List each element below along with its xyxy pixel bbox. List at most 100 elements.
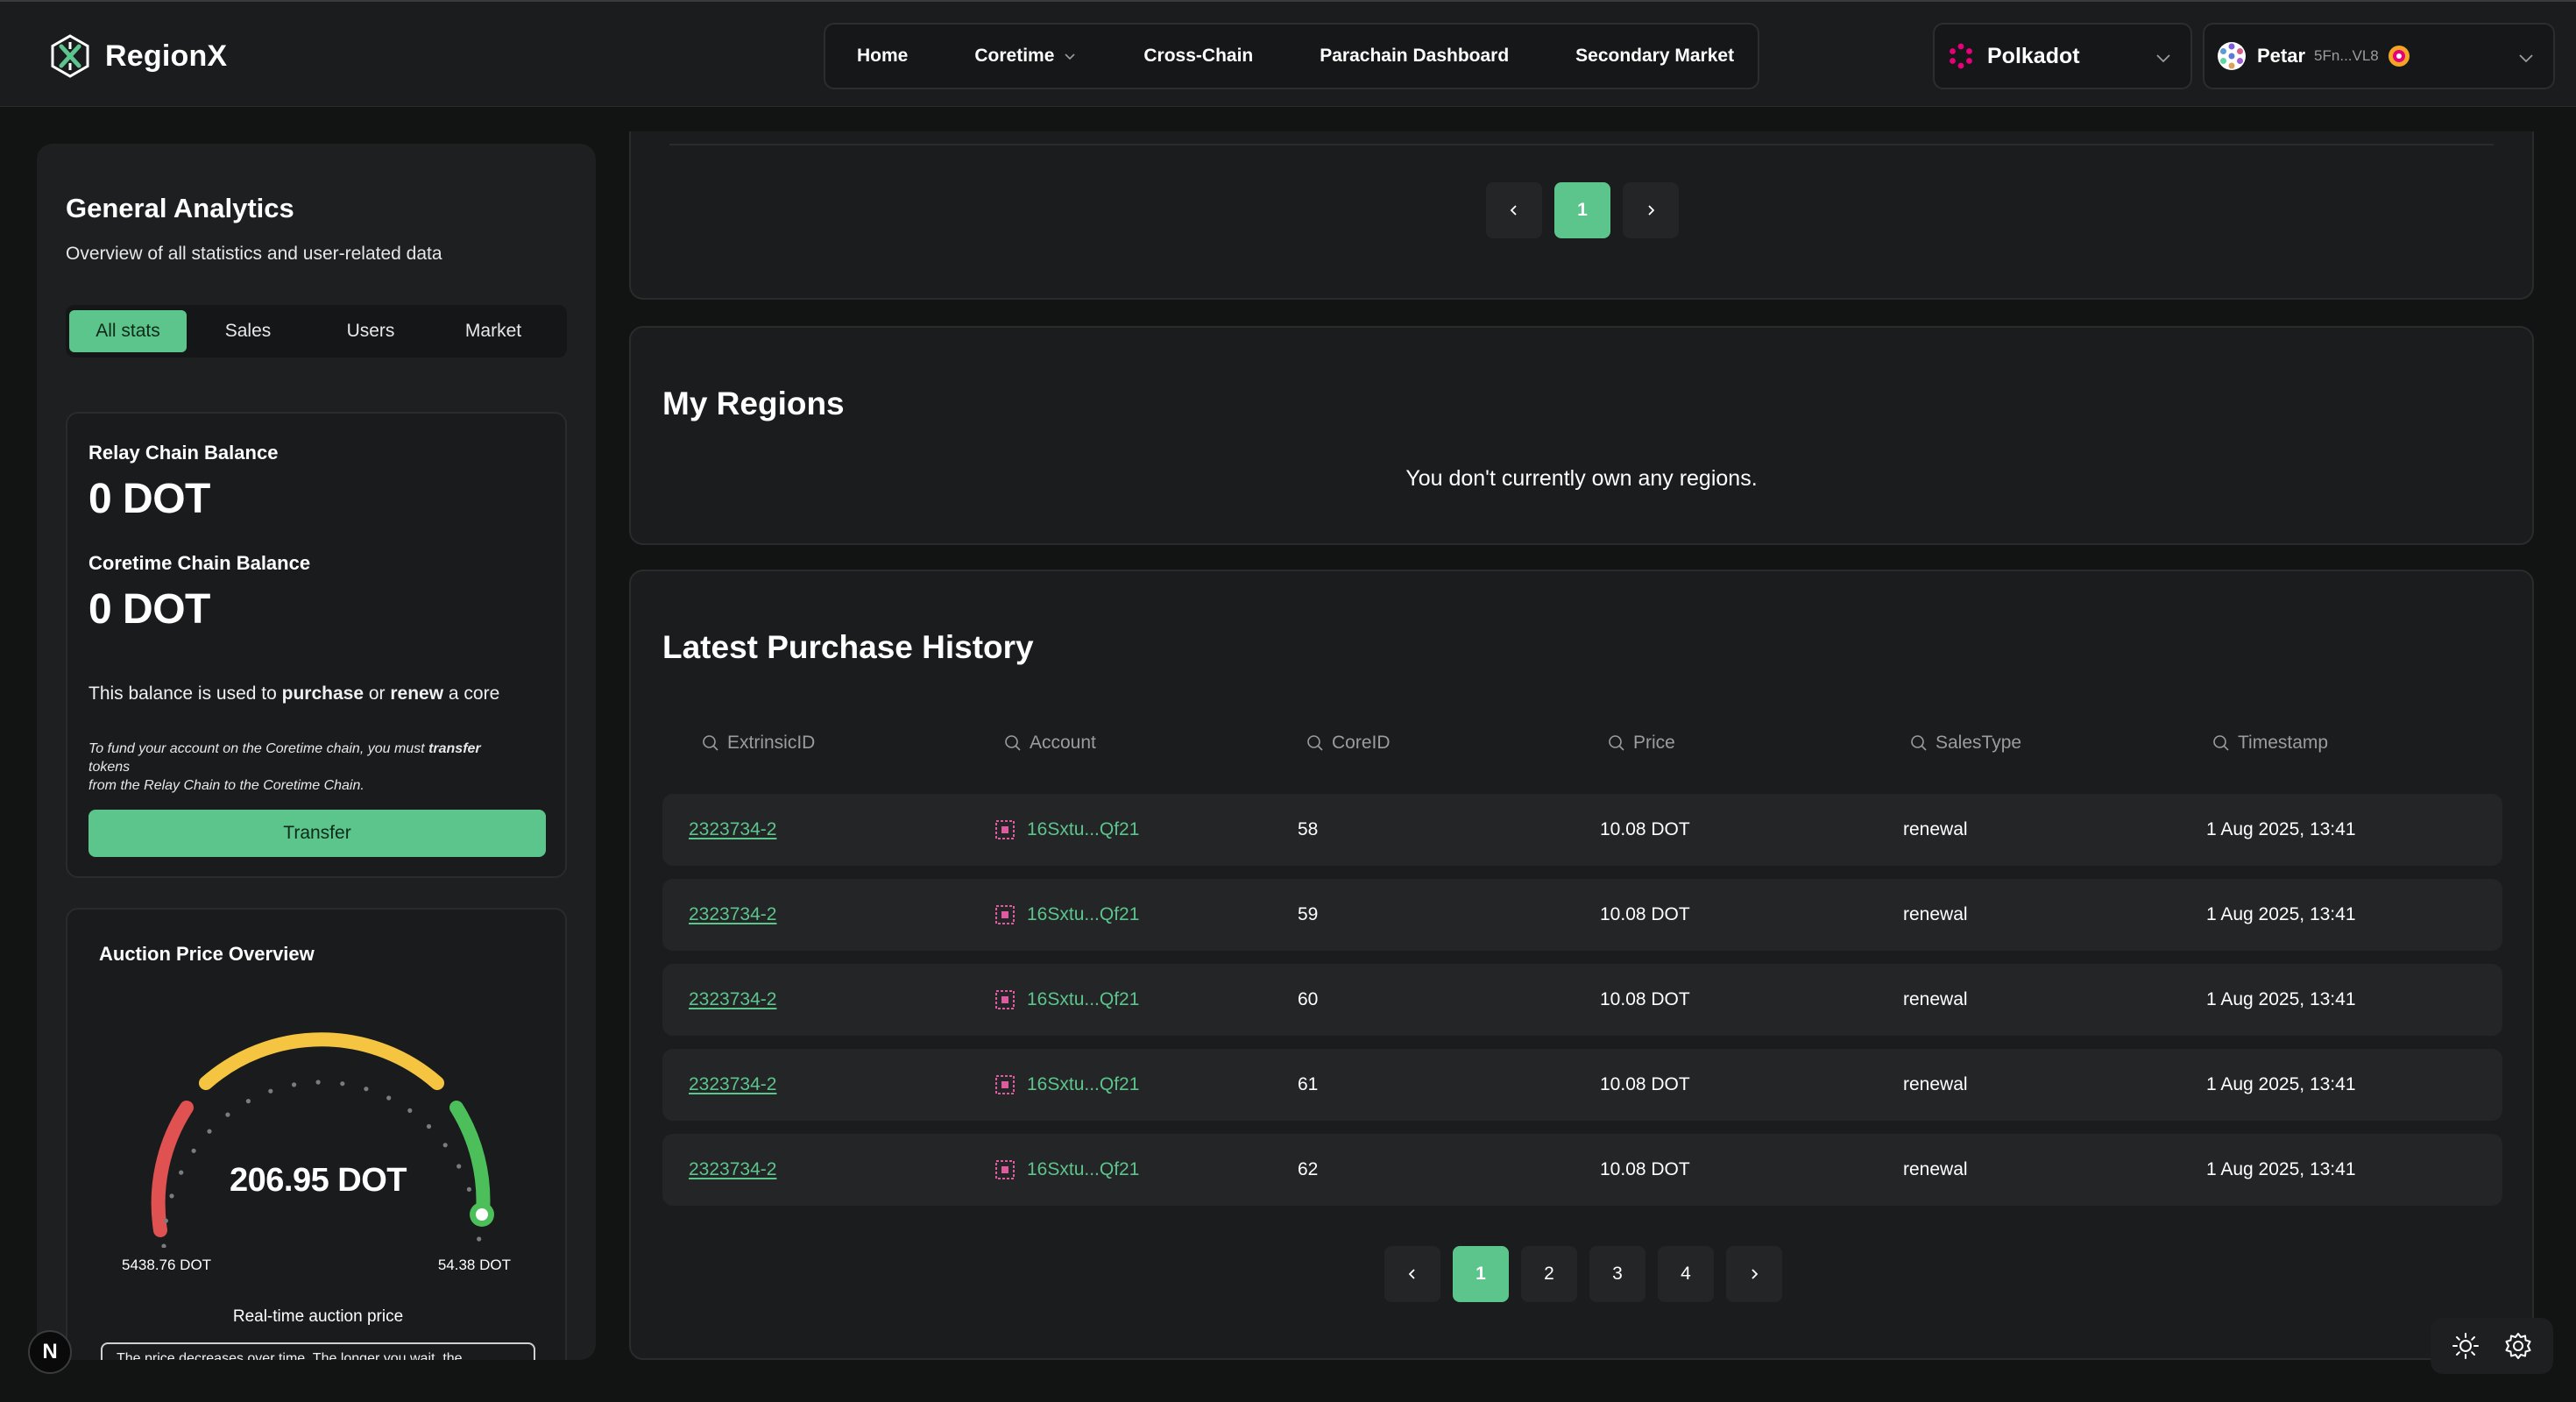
account-select[interactable]: Petar 5Fn...VL8 [2203,23,2555,89]
nav-home[interactable]: Home [857,46,908,67]
extrinsic-link[interactable]: 2323734-2 [689,1049,776,1121]
nav-coretime-label: Coretime [974,46,1055,66]
col-account[interactable]: Account [1003,733,1096,754]
my-regions-panel: My Regions You don't currently own any r… [629,326,2534,545]
col-price[interactable]: Price [1607,733,1675,754]
nav-coretime[interactable]: Coretime [974,46,1077,67]
extrinsic-link[interactable]: 2323734-2 [689,1134,776,1206]
search-icon [1911,735,1927,751]
nav-home-label: Home [857,46,909,66]
chevron-down-icon [2519,54,2533,63]
col-sales-type-label: SalesType [1936,733,2022,753]
sales-type: renewal [1903,904,1968,924]
chevron-down-icon [2156,54,2170,63]
account-address: 16Sxtu...Qf21 [1027,904,1140,924]
auction-description: The price decreases over time. The longe… [101,1342,535,1360]
balance-note-suffix: a core [443,683,500,704]
col-sales-type[interactable]: SalesType [1909,733,2021,754]
price: 10.08 DOT [1600,1159,1690,1179]
tab-market[interactable]: Market [432,310,555,352]
table-row: 2323734-2 16Sxtu...Qf21 58 10.08 DOT ren… [662,794,2502,866]
timestamp: 1 Aug 2025, 13:41 [2206,989,2356,1009]
prev-page-button[interactable] [1384,1246,1440,1302]
page-button-1[interactable]: 1 [1453,1246,1509,1302]
gear-icon[interactable] [2503,1331,2533,1361]
extrinsic-link[interactable]: 2323734-2 [689,879,776,951]
search-icon [1609,735,1624,751]
table-row: 2323734-2 16Sxtu...Qf21 59 10.08 DOT ren… [662,879,2502,951]
table-row: 2323734-2 16Sxtu...Qf21 62 10.08 DOT ren… [662,1134,2502,1206]
account-cell[interactable]: 16Sxtu...Qf21 [995,794,1139,866]
balance-note-prefix: This balance is used to [88,683,282,704]
nav-cross-chain-label: Cross-Chain [1143,46,1254,66]
account-identicon [995,1075,1015,1094]
dev-tools-badge[interactable]: N [28,1330,72,1374]
gauge-tick-dot [364,1087,369,1092]
col-core-id-label: CoreID [1332,733,1391,753]
funding-text-line2: tokens [88,760,131,775]
nav-cross-chain[interactable]: Cross-Chain [1143,46,1253,67]
regionx-logo-icon [51,34,89,78]
gauge-tick-dot [163,1218,168,1223]
gauge-tick-dot [245,1099,251,1104]
col-timestamp-label: Timestamp [2238,733,2329,753]
col-core-id[interactable]: CoreID [1306,733,1391,754]
account-identicon [995,820,1015,839]
relay-balance-label: Relay Chain Balance [88,442,279,464]
tab-all-stats[interactable]: All stats [69,310,187,352]
main-nav: Home Coretime Cross-Chain Parachain Dash… [824,23,1759,89]
account-address: 16Sxtu...Qf21 [1027,819,1140,839]
account-cell[interactable]: 16Sxtu...Qf21 [995,964,1139,1036]
page-button-3[interactable]: 3 [1589,1246,1645,1302]
search-icon [1307,735,1323,751]
account-address: 16Sxtu...Qf21 [1027,1074,1140,1094]
gauge-tick-dot [161,1243,166,1248]
account-name: Petar [2257,45,2306,67]
core-id: 61 [1298,1074,1319,1094]
stats-tabs: All stats Sales Users Market [66,305,567,358]
prev-page-button[interactable] [1486,182,1542,238]
balance-card: Relay Chain Balance 0 DOT Coretime Chain… [66,412,567,878]
gauge-tick-dot [386,1095,392,1101]
col-timestamp[interactable]: Timestamp [2212,733,2328,754]
next-page-button[interactable] [1623,182,1679,238]
account-identicon [2218,42,2246,70]
app-logo[interactable]: RegionX [47,33,227,79]
gauge-tick-dot [225,1112,230,1117]
app-name: RegionX [105,39,228,73]
gauge-tick-dot [191,1148,196,1153]
transfer-button[interactable]: Transfer [88,810,546,857]
balance-note-renew: renew [390,683,444,704]
balance-note-purchase: purchase [281,683,364,704]
gauge-tick-dot [268,1088,273,1094]
account-cell[interactable]: 16Sxtu...Qf21 [995,1049,1139,1121]
core-id: 60 [1298,989,1319,1009]
auction-title: Auction Price Overview [99,943,315,965]
settings-dock [2431,1318,2553,1374]
auction-price-card: Auction Price Overview 206.95 DOT 5438.7… [66,908,567,1360]
extrinsic-link[interactable]: 2323734-2 [689,794,776,866]
tab-sales[interactable]: Sales [187,310,309,352]
page-button-2[interactable]: 2 [1521,1246,1577,1302]
tab-users[interactable]: Users [309,310,432,352]
timestamp: 1 Aug 2025, 13:41 [2206,819,2356,839]
col-extrinsic-id[interactable]: ExtrinsicID [701,733,815,754]
nav-secondary-market[interactable]: Secondary Market [1575,46,1734,67]
sales-type: renewal [1903,819,1968,839]
funding-instructions: To fund your account on the Coretime cha… [88,740,562,795]
account-cell[interactable]: 16Sxtu...Qf21 [995,1134,1139,1206]
account-cell[interactable]: 16Sxtu...Qf21 [995,879,1139,951]
extrinsic-link[interactable]: 2323734-2 [689,964,776,1036]
sun-icon[interactable] [2451,1331,2480,1361]
balance-note-mid: or [364,683,391,704]
sidebar-subtitle: Overview of all statistics and user-rela… [66,244,442,264]
timestamp: 1 Aug 2025, 13:41 [2206,1074,2356,1094]
page-button-4[interactable]: 4 [1658,1246,1714,1302]
page-button-1[interactable]: 1 [1554,182,1610,238]
chevron-left-icon [1408,1269,1415,1279]
wallet-extension-icon [2388,46,2410,67]
network-select[interactable]: Polkadot [1933,23,2192,89]
nav-parachain-dashboard[interactable]: Parachain Dashboard [1320,46,1509,67]
next-page-button[interactable] [1726,1246,1782,1302]
gauge-tick-dot [407,1108,413,1113]
